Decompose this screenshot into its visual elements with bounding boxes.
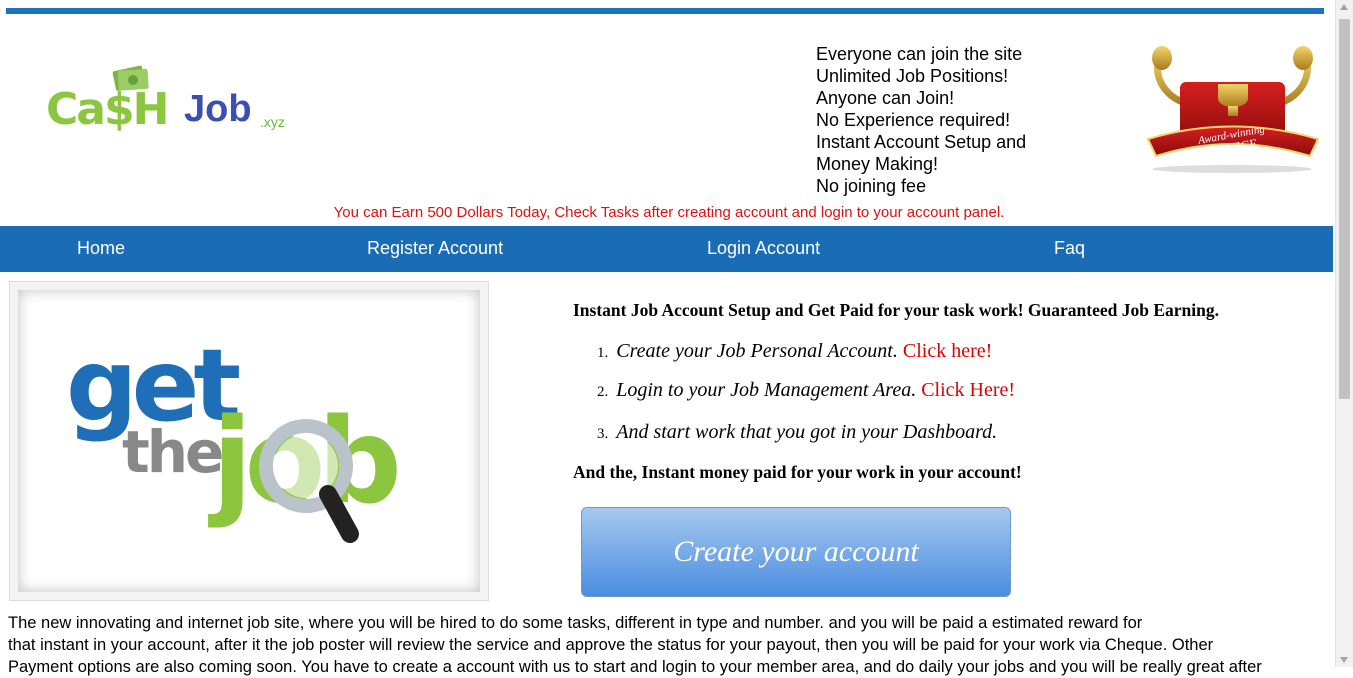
feature-item: Everyone can join the site	[816, 44, 1023, 64]
get-the-job-image: get the job	[9, 281, 489, 601]
logo-cash-text: Ca$H	[46, 84, 169, 135]
step-number: 3.	[597, 426, 609, 442]
description-line: Payment options are also coming soon. Yo…	[8, 658, 1262, 676]
step-number: 2.	[597, 384, 609, 400]
site-description: The new innovating and internet job site…	[8, 612, 1328, 678]
logo-tld-text: .xyz	[260, 114, 285, 130]
nav-login-link[interactable]: Login Account	[707, 238, 820, 259]
scroll-up-arrow-icon[interactable]	[1340, 4, 1348, 10]
promo-message: You can Earn 500 Dollars Today, Check Ta…	[333, 204, 1005, 221]
description-line: The new innovating and internet job site…	[8, 614, 1143, 632]
scrollbar-thumb[interactable]	[1339, 19, 1350, 399]
site-logo[interactable]: Ca$H Job .xyz	[46, 58, 306, 158]
step-item: 1. Create your Job Personal Account. Cli…	[597, 340, 992, 363]
feature-item: No joining fee	[816, 176, 927, 196]
nav-register-link[interactable]: Register Account	[367, 238, 503, 259]
step-text: Login to your Job Management Area.	[616, 379, 917, 401]
step-text: Create your Job Personal Account.	[616, 340, 898, 362]
top-accent-bar	[6, 8, 1324, 14]
description-line: that instant in your account, after it t…	[8, 636, 1214, 654]
feature-item: No Experience required!	[816, 110, 1011, 130]
step-item: 3. And start work that you got in your D…	[597, 421, 997, 444]
nav-faq-link[interactable]: Faq	[1054, 238, 1085, 259]
scroll-down-arrow-icon[interactable]	[1340, 657, 1348, 663]
step-number: 1.	[597, 345, 609, 361]
feature-list: Everyone can join the site Unlimited Job…	[816, 43, 1026, 197]
main-nav: Home Register Account Login Account Faq	[0, 226, 1333, 272]
get-the-job-graphic: get the job	[66, 327, 406, 543]
step-item: 2. Login to your Job Management Area. Cl…	[597, 379, 1015, 402]
create-account-link[interactable]: Click here!	[903, 340, 992, 362]
feature-item: Money Making!	[816, 154, 939, 174]
feature-item: Instant Account Setup and	[816, 132, 1027, 152]
create-account-button[interactable]: Create your account	[581, 507, 1011, 597]
feature-item: Unlimited Job Positions!	[816, 66, 1009, 86]
hero-word-the: the	[122, 418, 222, 486]
login-area-link[interactable]: Click Here!	[921, 379, 1015, 401]
money-paid-line: And the, Instant money paid for your wor…	[573, 462, 1022, 482]
award-winning-badge-icon: Award-winning SERVICE	[1146, 46, 1320, 173]
vertical-scrollbar[interactable]	[1335, 0, 1353, 667]
step-text: And start work that you got in your Dash…	[616, 421, 998, 443]
nav-home-link[interactable]: Home	[77, 238, 125, 259]
feature-item: Anyone can Join!	[816, 88, 955, 108]
intro-heading: Instant Job Account Setup and Get Paid f…	[573, 300, 1219, 320]
logo-job-text: Job	[184, 88, 252, 130]
